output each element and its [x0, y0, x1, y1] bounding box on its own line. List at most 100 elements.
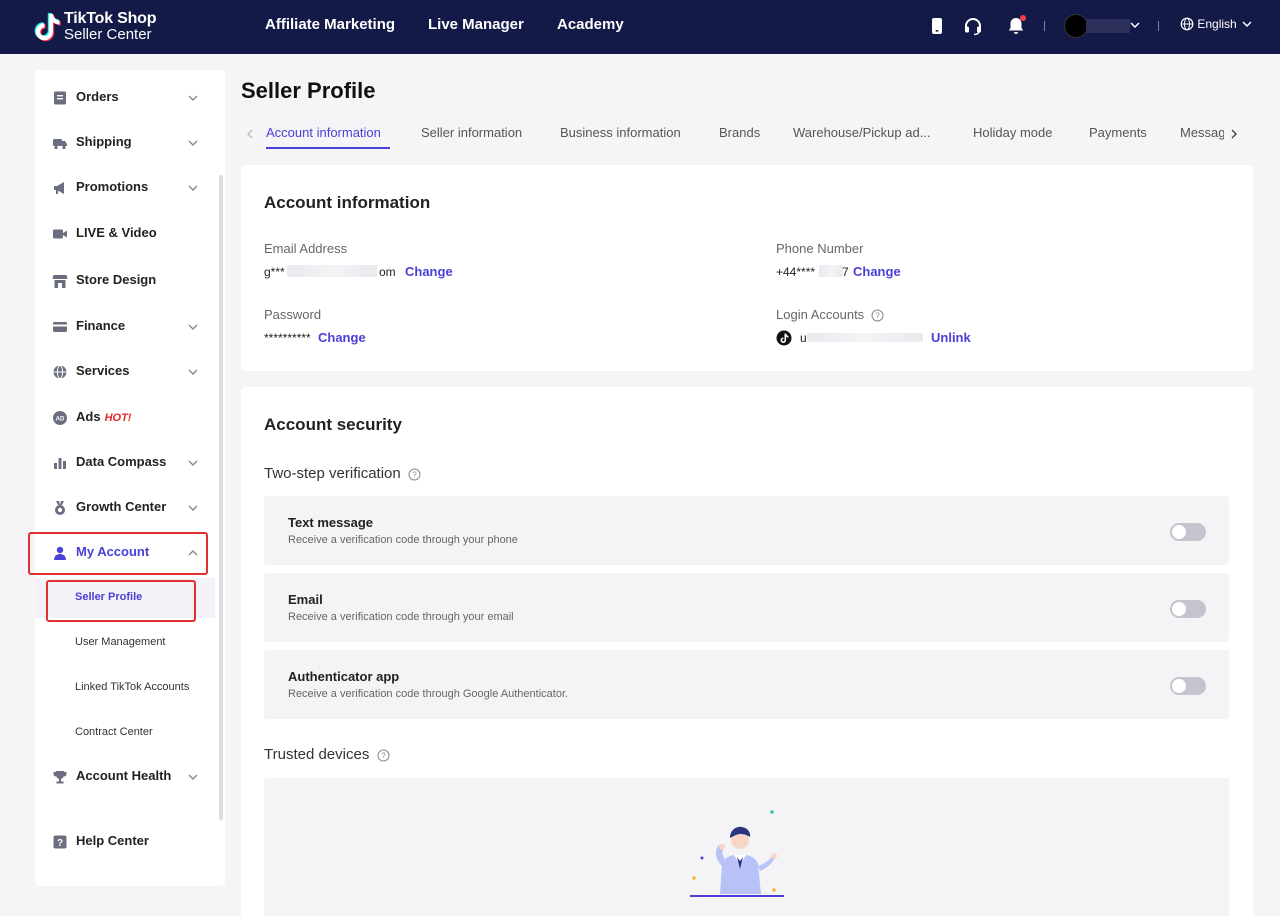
nav-academy[interactable]: Academy [557, 0, 624, 54]
tab-warehouse-pickup[interactable]: Warehouse/Pickup ad... [793, 125, 931, 140]
change-phone-link[interactable]: Change [853, 264, 901, 279]
medal-icon [55, 501, 65, 515]
verify-option-text-message: Text message Receive a verification code… [264, 496, 1229, 565]
sidebar-item-label: Promotions [76, 179, 149, 194]
divider [1044, 21, 1045, 31]
question-circle-icon[interactable]: ? [408, 468, 421, 481]
sidebar-item-store-design[interactable]: Store Design [35, 259, 225, 303]
change-password-link[interactable]: Change [318, 330, 366, 345]
svg-text:?: ? [875, 312, 880, 321]
svg-text:?: ? [412, 470, 417, 479]
sidebar-item-label: LIVE & Video [76, 225, 157, 240]
sidebar-subitem-seller-profile[interactable]: Seller Profile [35, 578, 215, 618]
sidebar-subitem-user-management[interactable]: User Management [35, 623, 215, 663]
account-security-card: Account security Two-step verification ?… [241, 387, 1253, 916]
sidebar-item-shipping[interactable]: Shipping [35, 121, 225, 165]
language-label: English [1197, 16, 1237, 31]
change-email-link[interactable]: Change [405, 264, 453, 279]
logo-subtitle: Seller Center [64, 26, 152, 43]
sidebar-item-services[interactable]: Services [35, 350, 225, 394]
store-icon [52, 275, 68, 288]
account-menu[interactable] [1064, 13, 1144, 39]
tab-messages[interactable]: Messag [1180, 125, 1224, 140]
sidebar-item-label: Shipping [76, 134, 132, 149]
chevron-down-icon [188, 369, 198, 375]
tab-brands[interactable]: Brands [719, 125, 760, 140]
verify-description: Receive a verification code through Goog… [288, 688, 569, 700]
subitem-label: User Management [75, 636, 166, 648]
verify-description: Receive a verification code through your… [288, 534, 518, 546]
chevron-right-icon[interactable] [1227, 127, 1241, 141]
tab-payments[interactable]: Payments [1089, 125, 1147, 140]
verify-option-authenticator-app: Authenticator app Receive a verification… [264, 650, 1229, 719]
email-toggle[interactable] [1170, 600, 1206, 618]
svg-text:?: ? [381, 751, 386, 760]
sidebar-item-help-center[interactable]: ? Help Center [35, 820, 225, 864]
tab-seller-information[interactable]: Seller information [421, 125, 522, 140]
sidebar-item-ads[interactable]: AD Ads HOT! [35, 396, 225, 440]
sidebar-item-label: Growth Center [76, 499, 167, 514]
chevron-left-icon[interactable] [243, 127, 257, 141]
trophy-icon [53, 771, 67, 784]
tiktok-shop-logo[interactable]: TikTok Shop Seller Center [34, 10, 164, 44]
tab-account-information[interactable]: Account information [266, 125, 381, 140]
language-selector[interactable]: English [1180, 16, 1254, 36]
card-icon [53, 322, 67, 332]
tab-holiday-mode[interactable]: Holiday mode [973, 125, 1053, 140]
headset-icon[interactable] [962, 15, 984, 37]
active-tab-indicator [266, 147, 390, 149]
sidebar-item-data-compass[interactable]: Data Compass [35, 441, 225, 485]
authenticator-app-toggle[interactable] [1170, 677, 1206, 695]
video-icon [53, 229, 67, 239]
sidebar: Orders Shipping Promotions LIVE & Video … [35, 70, 225, 886]
unlink-link[interactable]: Unlink [931, 330, 971, 345]
text-message-toggle[interactable] [1170, 523, 1206, 541]
card-title: Account security [264, 415, 402, 434]
sidebar-item-orders[interactable]: Orders [35, 76, 225, 120]
two-step-text: Two-step verification [264, 465, 401, 482]
sidebar-item-promotions[interactable]: Promotions [35, 166, 225, 210]
verify-option-email: Email Receive a verification code throug… [264, 573, 1229, 642]
trusted-devices-empty-state [264, 778, 1229, 916]
help-icon: ? [53, 835, 67, 849]
logo-title: TikTok Shop [64, 10, 157, 27]
chevron-up-icon [188, 550, 198, 556]
trusted-devices-title: Trusted devices ? [264, 746, 390, 763]
sidebar-item-label: Store Design [76, 272, 157, 287]
avatar [1064, 14, 1088, 38]
bar-chart-icon [54, 458, 66, 469]
sidebar-scrollbar[interactable] [219, 175, 223, 820]
account-information-card: Account information Email Address g*** o… [241, 165, 1253, 371]
sidebar-subitem-linked-tiktok-accounts[interactable]: Linked TikTok Accounts [35, 668, 215, 708]
nav-affiliate-marketing[interactable]: Affiliate Marketing [265, 0, 395, 54]
email-value-prefix: g*** [264, 265, 285, 279]
profile-tabs: Account information Seller information B… [241, 117, 1253, 151]
sidebar-subitem-contract-center[interactable]: Contract Center [35, 713, 215, 753]
empty-state-illustration [690, 810, 784, 897]
question-circle-icon[interactable]: ? [871, 309, 884, 322]
email-redacted [287, 265, 377, 277]
sidebar-item-label: My Account [76, 544, 150, 559]
page-title: Seller Profile [241, 78, 376, 103]
verify-description: Receive a verification code through your… [288, 611, 514, 623]
sidebar-item-my-account[interactable]: My Account [35, 531, 225, 575]
svg-text:?: ? [57, 838, 63, 849]
nav-live-manager[interactable]: Live Manager [428, 0, 524, 54]
ads-icon: AD [53, 411, 67, 425]
sidebar-item-live-video[interactable]: LIVE & Video [35, 212, 225, 256]
subitem-label: Linked TikTok Accounts [75, 681, 190, 693]
sidebar-item-growth-center[interactable]: Growth Center [35, 486, 225, 530]
chevron-down-icon [188, 95, 198, 101]
sidebar-item-account-health[interactable]: Account Health [35, 755, 225, 799]
subitem-label: Seller Profile [75, 591, 143, 603]
two-step-verification-title: Two-step verification ? [264, 465, 421, 482]
email-value-suffix: om [379, 265, 396, 279]
question-circle-icon[interactable]: ? [377, 749, 390, 762]
password-label: Password [264, 307, 322, 322]
tab-business-information[interactable]: Business information [560, 125, 681, 140]
chevron-down-icon [188, 774, 198, 780]
notification-button[interactable] [1005, 15, 1027, 37]
phone-icon[interactable] [926, 15, 948, 37]
sidebar-item-finance[interactable]: Finance [35, 305, 225, 349]
divider [1158, 21, 1159, 31]
